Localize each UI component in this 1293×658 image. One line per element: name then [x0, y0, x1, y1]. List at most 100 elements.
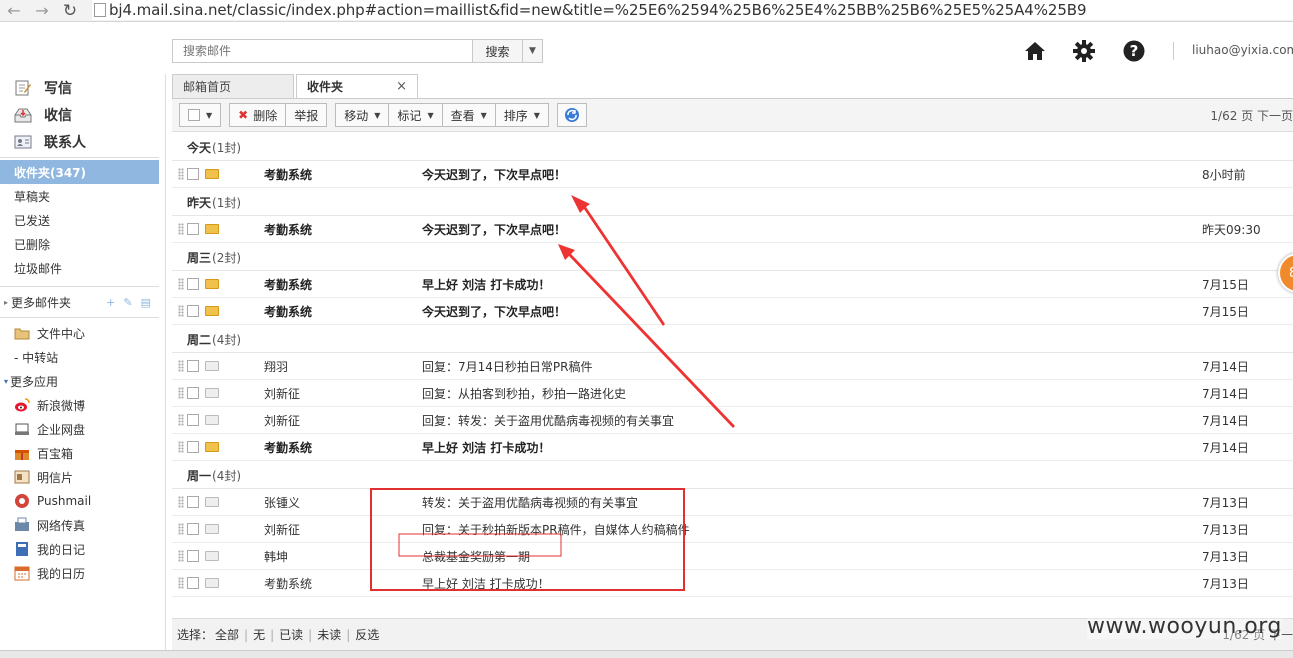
mail-subject[interactable]: 早上好 刘洁 打卡成功！ — [422, 575, 1122, 592]
app-weibo[interactable]: 新浪微博 — [0, 393, 165, 417]
mail-checkbox[interactable] — [187, 550, 199, 562]
mail-sender[interactable]: 刘新征 — [264, 412, 414, 429]
mail-subject[interactable]: 今天迟到了，下次早点吧！ — [422, 166, 1122, 183]
app-diary[interactable]: 我的日记 — [0, 537, 165, 561]
mail-checkbox[interactable] — [187, 523, 199, 535]
drag-handle-icon[interactable] — [178, 360, 184, 372]
back-icon[interactable]: ← — [0, 0, 28, 22]
refresh-button[interactable] — [556, 103, 587, 127]
report-button[interactable]: 举报 — [286, 103, 328, 127]
mail-sender[interactable]: 张锺义 — [264, 494, 414, 511]
add-folder-icon[interactable]: + — [106, 296, 115, 309]
delete-button[interactable]: ✖ 删除 — [229, 103, 287, 127]
mail-sender[interactable]: 刘新征 — [264, 521, 414, 538]
more-apps-row[interactable]: ▾ 更多应用 — [0, 369, 165, 393]
search-input[interactable] — [172, 39, 473, 63]
tab-inbox[interactable]: 收件夹 × — [296, 74, 418, 98]
receive-mail-button[interactable]: 收信 — [0, 101, 165, 128]
mail-sender[interactable]: 翔羽 — [264, 358, 414, 375]
mail-sender[interactable]: 刘新征 — [264, 385, 414, 402]
manage-folder-icon[interactable]: ▤ — [141, 296, 151, 309]
select-read-link[interactable]: 已读 — [279, 626, 303, 643]
mail-row[interactable]: 考勤系统 今天迟到了，下次早点吧！ 8小时前 — [172, 161, 1293, 188]
checkbox[interactable] — [188, 109, 200, 121]
drag-handle-icon[interactable] — [178, 414, 184, 426]
mail-sender[interactable]: 考勤系统 — [264, 221, 414, 238]
user-email[interactable]: liuhao@yixia.com — [1192, 43, 1293, 57]
app-disk[interactable]: 企业网盘 — [0, 417, 165, 441]
mail-subject[interactable]: 今天迟到了，下次早点吧！ — [422, 221, 1122, 238]
contacts-button[interactable]: 联系人 — [0, 128, 165, 155]
mark-dropdown[interactable]: 标记 ▼ — [389, 103, 443, 127]
mail-row[interactable]: 刘新征 回复：关于秒拍新版本PR稿件，自媒体人约稿稿件 7月13日 — [172, 516, 1293, 543]
mail-subject[interactable]: 回复：转发：关于盗用优酷病毒视频的有关事宜 — [422, 412, 1122, 429]
app-fax[interactable]: 网络传真 — [0, 513, 165, 537]
mail-row[interactable]: 考勤系统 早上好 刘洁 打卡成功！ 7月13日 — [172, 570, 1293, 597]
mail-row[interactable]: 考勤系统 早上好 刘洁 打卡成功！ 7月14日 — [172, 434, 1293, 461]
mail-subject[interactable]: 回复：从拍客到秒拍，秒拍一路进化史 — [422, 385, 1122, 402]
search-options-dropdown[interactable]: ▼ — [523, 39, 543, 63]
mail-sender[interactable]: 考勤系统 — [264, 575, 414, 592]
mail-sender[interactable]: 韩坤 — [264, 548, 414, 565]
app-toolbox[interactable]: 百宝箱 — [0, 441, 165, 465]
drag-handle-icon[interactable] — [178, 523, 184, 535]
drag-handle-icon[interactable] — [178, 577, 184, 589]
home-icon[interactable] — [1022, 38, 1048, 64]
edit-folder-icon[interactable]: ✎ — [123, 296, 132, 309]
mail-sender[interactable]: 考勤系统 — [264, 166, 414, 183]
mail-subject[interactable]: 回复：关于秒拍新版本PR稿件，自媒体人约稿稿件 — [422, 521, 1122, 538]
select-all-link[interactable]: 全部 — [215, 626, 239, 643]
mail-row[interactable]: 考勤系统 今天迟到了，下次早点吧！ 昨天09:30 — [172, 216, 1293, 243]
drag-handle-icon[interactable] — [178, 305, 184, 317]
folder-sent[interactable]: 已发送 — [0, 208, 165, 232]
address-bar[interactable]: bj4.mail.sina.net/classic/index.php#acti… — [92, 0, 1293, 20]
url-text[interactable]: bj4.mail.sina.net/classic/index.php#acti… — [106, 1, 1087, 19]
sort-dropdown[interactable]: 排序 ▼ — [495, 103, 549, 127]
mail-row[interactable]: 刘新征 回复：从拍客到秒拍，秒拍一路进化史 7月14日 — [172, 380, 1293, 407]
file-center-link[interactable]: 文件中心 — [0, 321, 165, 345]
drag-handle-icon[interactable] — [178, 550, 184, 562]
mail-subject[interactable]: 回复：7月14日秒拍日常PR稿件 — [422, 358, 1122, 375]
transfer-station-link[interactable]: - 中转站 — [0, 345, 165, 369]
mail-checkbox[interactable] — [187, 223, 199, 235]
mail-row[interactable]: 张锺义 转发：关于盗用优酷病毒视频的有关事宜 7月13日 — [172, 489, 1293, 516]
drag-handle-icon[interactable] — [178, 441, 184, 453]
mail-checkbox[interactable] — [187, 387, 199, 399]
mail-subject[interactable]: 早上好 刘洁 打卡成功！ — [422, 276, 1122, 293]
folder-spam[interactable]: 垃圾邮件 — [0, 256, 165, 280]
drag-handle-icon[interactable] — [178, 496, 184, 508]
mail-subject[interactable]: 总裁基金奖励第一期 — [422, 548, 1122, 565]
folder-inbox[interactable]: 收件夹(347) — [0, 160, 159, 184]
search-button[interactable]: 搜索 — [473, 39, 523, 63]
gear-icon[interactable] — [1071, 38, 1097, 64]
mail-sender[interactable]: 考勤系统 — [264, 303, 414, 320]
mail-subject[interactable]: 转发：关于盗用优酷病毒视频的有关事宜 — [422, 494, 1122, 511]
mail-row[interactable]: 考勤系统 早上好 刘洁 打卡成功！ 7月15日 — [172, 271, 1293, 298]
drag-handle-icon[interactable] — [178, 278, 184, 290]
move-dropdown[interactable]: 移动 ▼ — [335, 103, 390, 127]
select-unread-link[interactable]: 未读 — [317, 626, 341, 643]
select-all-dropdown[interactable]: ▼ — [179, 103, 222, 127]
select-invert-link[interactable]: 反选 — [355, 626, 379, 643]
tab-mail-home[interactable]: 邮箱首页 — [172, 74, 294, 98]
compose-button[interactable]: 写信 — [0, 74, 165, 101]
reload-icon[interactable]: ↻ — [56, 0, 84, 22]
mail-row[interactable]: 刘新征 回复：转发：关于盗用优酷病毒视频的有关事宜 7月14日 — [172, 407, 1293, 434]
page-indicator[interactable]: 1/62 页 下一页 — [1210, 107, 1293, 124]
mail-subject[interactable]: 早上好 刘洁 打卡成功！ — [422, 439, 1122, 456]
drag-handle-icon[interactable] — [178, 387, 184, 399]
mail-checkbox[interactable] — [187, 441, 199, 453]
view-dropdown[interactable]: 查看 ▼ — [442, 103, 496, 127]
mail-checkbox[interactable] — [187, 278, 199, 290]
folder-deleted[interactable]: 已删除 — [0, 232, 165, 256]
mail-checkbox[interactable] — [187, 496, 199, 508]
mail-row[interactable]: 翔羽 回复：7月14日秒拍日常PR稿件 7月14日 — [172, 353, 1293, 380]
mail-checkbox[interactable] — [187, 414, 199, 426]
app-pushmail[interactable]: Pushmail — [0, 489, 165, 513]
drag-handle-icon[interactable] — [178, 168, 184, 180]
drag-handle-icon[interactable] — [178, 223, 184, 235]
mail-checkbox[interactable] — [187, 305, 199, 317]
help-icon[interactable]: ? — [1121, 38, 1147, 64]
mail-row[interactable]: 韩坤 总裁基金奖励第一期 7月13日 — [172, 543, 1293, 570]
app-postcard[interactable]: 明信片 — [0, 465, 165, 489]
